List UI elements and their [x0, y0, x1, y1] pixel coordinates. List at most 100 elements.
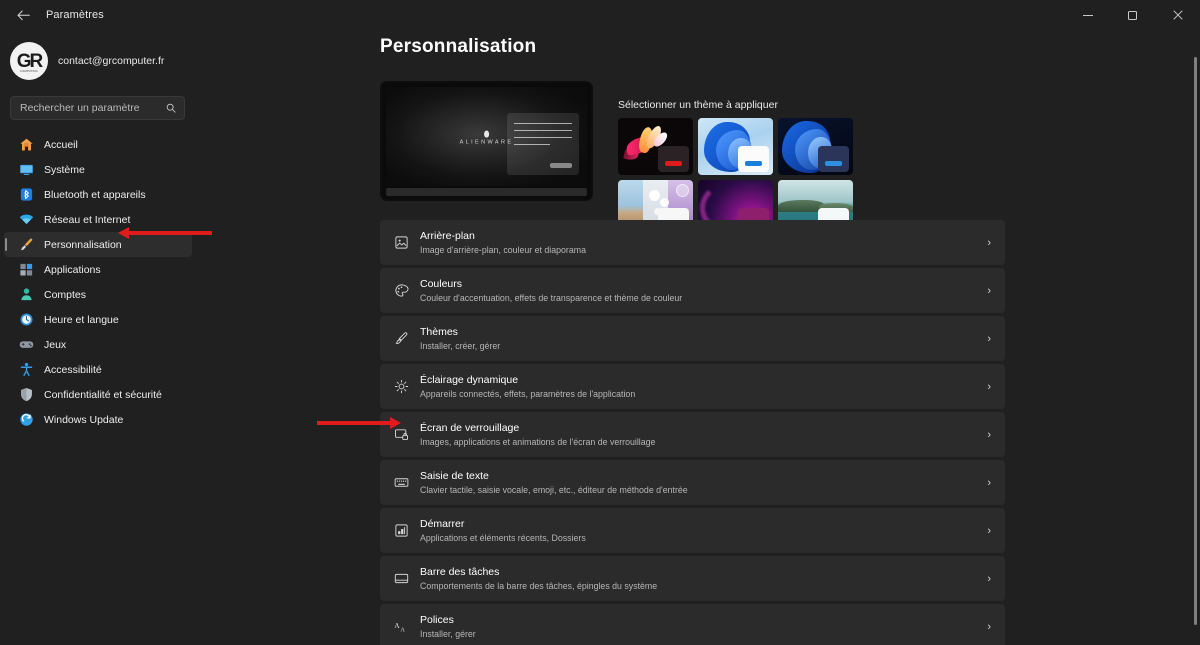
picture-icon [392, 234, 410, 252]
settings-row-ecran-de-verrouillage[interactable]: Écran de verrouillage Images, applicatio… [380, 412, 1005, 457]
person-icon [18, 287, 34, 303]
settings-row-title: Barre des tâches [420, 565, 500, 578]
clock-icon [18, 312, 34, 328]
theme-picker-label: Sélectionner un thème à appliquer [618, 99, 778, 111]
sidebar-item-personnalisation[interactable]: Personnalisation [4, 232, 192, 257]
chevron-right-icon: › [987, 620, 991, 633]
arrow-to-ecran-de-verrouillage [317, 417, 401, 429]
sidebar-item-reseau[interactable]: Réseau et Internet [4, 207, 192, 232]
wallpaper-text: ALIENWARE [459, 139, 514, 146]
settings-row-subtitle: Installer, créer, gérer [420, 340, 501, 351]
theme-card-mock [738, 146, 769, 172]
theme-accent-chip [825, 161, 842, 166]
sidebar-item-comptes[interactable]: Comptes [4, 282, 192, 307]
settings-row-subtitle: Image d'arrière-plan, couleur et diapora… [420, 244, 586, 255]
chevron-right-icon: › [987, 428, 991, 441]
minimize-button[interactable] [1065, 0, 1110, 30]
taskbar-icon [392, 570, 410, 588]
settings-row-title: Démarrer [420, 517, 465, 530]
settings-row-subtitle: Appareils connectés, effets, paramètres … [420, 388, 636, 399]
settings-row-demarrer[interactable]: Démarrer Applications et éléments récent… [380, 508, 1005, 553]
sidebar-item-accessibilite[interactable]: Accessibilité [4, 357, 192, 382]
settings-row-title: Arrière-plan [420, 229, 475, 242]
preview-panel-mock [507, 113, 579, 175]
theme-badge-icon [676, 184, 689, 197]
settings-row-arriere-plan[interactable]: Arrière-plan Image d'arrière-plan, coule… [380, 220, 1005, 265]
back-button[interactable] [6, 1, 40, 29]
sun-icon [392, 378, 410, 396]
settings-row-title: Thèmes [420, 325, 458, 338]
close-button[interactable] [1155, 0, 1200, 30]
maximize-button[interactable] [1110, 0, 1155, 30]
sidebar-item-label: Confidentialité et sécurité [44, 388, 162, 401]
sidebar-item-confidentialite[interactable]: Confidentialité et sécurité [4, 382, 192, 407]
palette-icon [392, 282, 410, 300]
window-controls [1065, 0, 1200, 30]
theme-card-mock [658, 146, 689, 172]
sidebar-item-label: Accessibilité [44, 363, 102, 376]
preview-button-mock [550, 163, 572, 168]
sidebar-item-applications[interactable]: Applications [4, 257, 192, 282]
sidebar-item-label: Accueil [44, 138, 78, 151]
start-icon [392, 522, 410, 540]
brush-icon [392, 330, 410, 348]
theme-card-mock [818, 146, 849, 172]
settings-row-title: Couleurs [420, 277, 463, 290]
sidebar-item-windows-update[interactable]: Windows Update [4, 407, 192, 432]
theme-option-flower-dark[interactable] [618, 118, 693, 175]
settings-row-polices[interactable]: AA Polices Installer, gérer › [380, 604, 1005, 645]
wallpaper-logo: ALIENWARE [459, 130, 514, 146]
settings-row-themes[interactable]: Thèmes Installer, créer, gérer › [380, 316, 1005, 361]
chevron-right-icon: › [987, 236, 991, 249]
settings-row-eclairage-dynamique[interactable]: Éclairage dynamique Appareils connectés,… [380, 364, 1005, 409]
sidebar-item-accueil[interactable]: Accueil [4, 132, 192, 157]
shield-icon [18, 387, 34, 403]
settings-row-title: Polices [420, 613, 454, 626]
home-icon [18, 137, 34, 153]
sidebar-item-label: Heure et langue [44, 313, 119, 326]
sidebar-item-label: Personnalisation [44, 238, 122, 251]
keyboard-icon [392, 474, 410, 492]
settings-row-subtitle: Applications et éléments récents, Dossie… [420, 532, 586, 543]
sidebar-item-systeme[interactable]: Système [4, 157, 192, 182]
search-icon [166, 103, 176, 113]
brush-icon [18, 237, 34, 253]
settings-row-title: Saisie de texte [420, 469, 489, 482]
sidebar-item-label: Applications [44, 263, 101, 276]
preview-screen: ALIENWARE [386, 87, 587, 186]
chevron-right-icon: › [987, 284, 991, 297]
monitor-icon [18, 162, 34, 178]
settings-row-subtitle: Clavier tactile, saisie vocale, emoji, e… [420, 484, 688, 495]
chevron-right-icon: › [987, 572, 991, 585]
avatar-subtext: COMPUTING [20, 70, 38, 73]
device-preview: ALIENWARE [380, 81, 593, 201]
chevron-right-icon: › [987, 380, 991, 393]
settings-row-couleurs[interactable]: Couleurs Couleur d'accentuation, effets … [380, 268, 1005, 313]
window-title: Paramètres [46, 9, 104, 21]
sidebar-item-bluetooth[interactable]: Bluetooth et appareils [4, 182, 192, 207]
sidebar-item-label: Bluetooth et appareils [44, 188, 146, 201]
title-bar: Paramètres [0, 0, 1200, 30]
theme-option-windows-light[interactable] [698, 118, 773, 175]
settings-row-subtitle: Images, applications et animations de l'… [420, 436, 656, 447]
theme-option-windows-dark[interactable] [778, 118, 853, 175]
account-block[interactable]: GR COMPUTING contact@grcomputer.fr [10, 38, 200, 84]
search-placeholder: Rechercher un paramètre [20, 102, 140, 114]
sidebar: GR COMPUTING contact@grcomputer.fr Reche… [0, 30, 200, 645]
font-icon: AA [392, 618, 410, 636]
arrow-to-personnalisation [118, 227, 212, 239]
sidebar-item-jeux[interactable]: Jeux [4, 332, 192, 357]
vertical-scrollbar[interactable] [1194, 57, 1197, 625]
settings-row-barre-des-taches[interactable]: Barre des tâches Comportements de la bar… [380, 556, 1005, 601]
accessibility-icon [18, 362, 34, 378]
sidebar-item-label: Comptes [44, 288, 87, 301]
settings-row-saisie-de-texte[interactable]: Saisie de texte Clavier tactile, saisie … [380, 460, 1005, 505]
bluetooth-icon [18, 187, 34, 203]
settings-list: Arrière-plan Image d'arrière-plan, coule… [380, 220, 1005, 645]
sidebar-item-heure-langue[interactable]: Heure et langue [4, 307, 192, 332]
arrow-left-icon [17, 10, 30, 20]
search-input[interactable]: Rechercher un paramètre [10, 96, 185, 120]
sidebar-item-label: Réseau et Internet [44, 213, 131, 226]
settings-row-subtitle: Installer, gérer [420, 628, 476, 639]
theme-accent-chip [745, 161, 762, 166]
